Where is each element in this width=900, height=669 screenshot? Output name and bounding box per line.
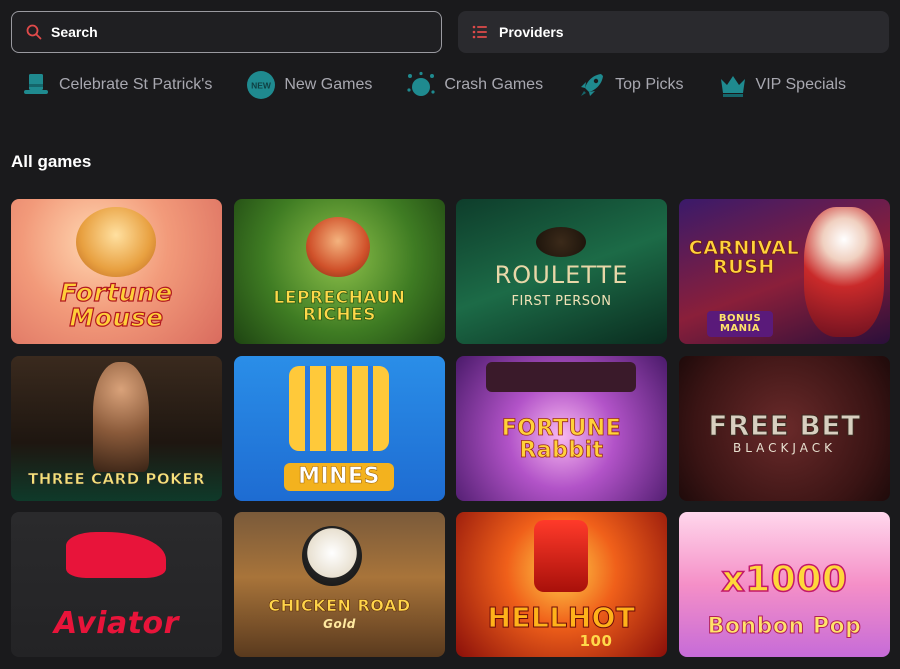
- category-label: VIP Specials: [755, 76, 846, 93]
- game-title: MINES: [284, 463, 394, 491]
- search-input[interactable]: Search: [11, 11, 442, 53]
- game-tile-fortune-mouse[interactable]: Fortune Mouse: [11, 199, 222, 344]
- list-icon: [472, 25, 487, 39]
- game-subtitle: 100: [579, 632, 613, 650]
- roulette-wheel-image: [536, 227, 586, 257]
- game-tile-carnival-rush[interactable]: CARNIVAL RUSH BONUS MANIA: [679, 199, 890, 344]
- category-label: Crash Games: [444, 76, 544, 93]
- game-subtitle: BLACKJACK: [732, 441, 836, 455]
- game-badge: BONUS MANIA: [707, 311, 773, 337]
- category-crash-games[interactable]: Crash Games: [406, 67, 543, 103]
- new-badge-icon: NEW: [247, 71, 276, 99]
- rocket-icon: [581, 74, 604, 96]
- game-title: THREE CARD POKER: [27, 470, 206, 488]
- game-title: CARNIVAL RUSH: [688, 237, 800, 278]
- providers-button[interactable]: Providers: [458, 11, 889, 53]
- game-title: Fortune Mouse: [60, 278, 173, 332]
- game-tile-bonbon-pop[interactable]: x1000 Bonbon Pop: [679, 512, 890, 657]
- game-subtitle: Bonbon Pop: [707, 614, 862, 639]
- section-title: All games: [11, 152, 92, 171]
- crown-icon: [720, 76, 745, 97]
- game-title: FORTUNE Rabbit: [501, 416, 622, 463]
- game-tile-fortune-rabbit[interactable]: FORTUNE Rabbit: [456, 356, 667, 501]
- game-title: ROULETTE: [494, 261, 629, 289]
- search-placeholder: Search: [51, 24, 98, 40]
- category-label: Top Picks: [615, 76, 684, 93]
- category-st-patricks[interactable]: Celebrate St Patrick's: [21, 67, 212, 103]
- mascot-mouse-image: [76, 207, 156, 277]
- game-title: HELLHOT: [487, 601, 636, 634]
- crash-bomb-icon: [407, 71, 435, 96]
- svg-text:NEW: NEW: [251, 81, 272, 91]
- category-label: Celebrate St Patrick's: [59, 76, 213, 93]
- category-label: New Games: [284, 76, 373, 93]
- mines-grid-image: [289, 366, 389, 451]
- game-subtitle: Gold: [323, 617, 356, 631]
- seven-symbol-image: [534, 520, 588, 592]
- game-title: FREE BET: [708, 409, 861, 442]
- game-title: CHICKEN ROAD: [268, 596, 411, 615]
- providers-label: Providers: [499, 24, 564, 40]
- game-tile-chicken-road-gold[interactable]: CHICKEN ROAD Gold: [234, 512, 445, 657]
- category-new-games[interactable]: NEW New Games: [246, 67, 372, 103]
- leprechaun-hat-icon: [24, 74, 48, 94]
- game-title: LEPRECHAUN RICHES: [273, 288, 406, 325]
- game-subtitle: FIRST PERSON: [511, 294, 612, 309]
- game-title: x1000: [721, 559, 848, 600]
- category-vip-specials[interactable]: VIP Specials: [718, 67, 846, 103]
- game-tile-mines[interactable]: MINES: [234, 356, 445, 501]
- game-tile-three-card-poker[interactable]: THREE CARD POKER: [11, 356, 222, 501]
- plane-image: [66, 532, 166, 578]
- game-tile-free-bet-blackjack[interactable]: FREE BET BLACKJACK: [679, 356, 890, 501]
- leprechaun-image: [306, 217, 370, 277]
- search-icon: [26, 24, 42, 40]
- category-bar: Celebrate St Patrick's NEW New Games Cra…: [21, 67, 880, 103]
- category-top-picks[interactable]: Top Picks: [577, 67, 684, 103]
- dealer-image: [93, 362, 149, 472]
- game-tile-roulette-first-person[interactable]: ROULETTE FIRST PERSON: [456, 199, 667, 344]
- chicken-image: [302, 526, 362, 586]
- game-tile-hellhot-100[interactable]: HELLHOT 100: [456, 512, 667, 657]
- top-bar: Search Providers: [11, 11, 889, 53]
- game-tile-aviator[interactable]: Aviator: [11, 512, 222, 657]
- temple-gate-image: [486, 362, 636, 392]
- game-tile-leprechaun-riches[interactable]: LEPRECHAUN RICHES: [234, 199, 445, 344]
- game-title: Aviator: [54, 606, 179, 641]
- clown-image: [804, 207, 884, 337]
